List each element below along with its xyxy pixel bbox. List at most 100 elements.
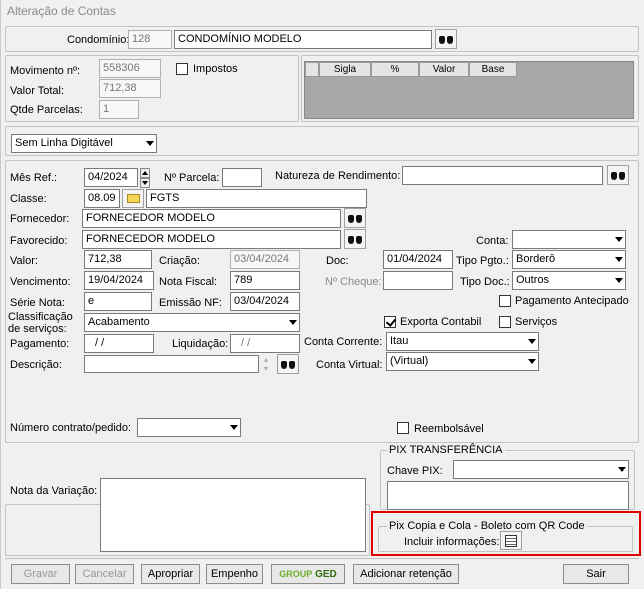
gravar-button[interactable]: Gravar [11,564,70,584]
ged-label: GED [315,569,337,580]
apropriar-button[interactable]: Apropriar [141,564,200,584]
n-parcela-field[interactable] [222,168,262,187]
natureza-label: Natureza de Rendimento: [275,170,401,182]
qtde-parcelas-field[interactable]: 1 [99,100,139,119]
cancelar-button[interactable]: Cancelar [75,564,134,584]
chevron-down-icon [615,257,623,262]
tipo-pgto-select[interactable]: Borderô [512,250,626,269]
nota-variacao-label: Nota da Variação: [10,485,98,497]
binoculars-icon [347,234,363,245]
condominio-search-button[interactable] [435,29,457,49]
fornecedor-field[interactable]: FORNECEDOR MODELO [82,209,341,228]
movimento-field: 558306 [99,59,161,78]
conta-corrente-select[interactable]: Itau [386,332,539,351]
criacao-field: 03/04/2024 [230,250,300,269]
ged-group-label: GROUP [279,569,313,579]
grid-header-sigla[interactable]: Sigla [319,62,371,77]
alteracao-contas-window: Alteração de Contas Condomínio: 128 COND… [0,0,644,589]
binoculars-icon [610,170,626,181]
valor-total-field: 712,38 [99,79,161,98]
emissao-label: Emissão NF: [159,297,222,309]
spin-up-icon[interactable] [140,168,150,178]
chave-pix-select[interactable] [453,460,629,479]
reembolsavel-checkbox[interactable] [397,422,409,434]
conta-corrente-label: Conta Corrente: [304,336,383,348]
condominio-name-field[interactable]: CONDOMÍNIO MODELO [174,30,432,49]
grid-header-percent[interactable]: % [371,62,419,77]
empenho-button[interactable]: Empenho [206,564,263,584]
conta-virtual-label: Conta Virtual: [316,359,383,371]
binoculars-icon [438,34,454,45]
servicos-label: Serviços [515,316,558,328]
impostos-label: Impostos [193,63,238,75]
chevron-down-icon [615,237,623,242]
favorecido-field[interactable]: FORNECEDOR MODELO [82,230,341,249]
ged-button[interactable]: GROUP GED [271,564,345,584]
numero-contrato-label: Número contrato/pedido: [10,422,132,434]
nota-variacao-field[interactable] [100,478,366,552]
classe-folder-button[interactable] [122,189,144,208]
exporta-contabil-checkbox[interactable] [384,316,396,328]
valor-total-label: Valor Total: [10,85,65,97]
serie-field[interactable]: e [84,292,152,311]
nota-fiscal-field[interactable]: 789 [230,271,300,290]
movimento-label: Movimento nº: [10,65,81,77]
classificacao-select[interactable]: Acabamento [84,313,300,332]
nota-fiscal-label: Nota Fiscal: [159,276,218,288]
n-cheque-field[interactable] [383,271,453,290]
classificacao-label-2: de serviços: [8,323,67,335]
pagamento-field[interactable]: / / [84,334,154,353]
button-bar-divider [5,558,639,559]
spin-down-icon[interactable] [140,178,150,188]
exporta-contabil-label: Exporta Contabil [400,316,482,328]
serie-label: Série Nota: [10,297,66,309]
chevron-down-icon [146,141,154,146]
mes-ref-field[interactable]: 04/2024 [84,168,138,187]
descricao-scroll-icon[interactable]: ▴ ▾ [261,355,271,374]
liquidacao-field[interactable]: / / [230,334,300,353]
servicos-checkbox[interactable] [499,316,511,328]
pagamento-antecipado-checkbox[interactable] [499,295,511,307]
chave-pix-label: Chave PIX: [387,465,443,477]
criacao-label: Criação: [159,255,200,267]
condominio-code-field[interactable]: 128 [128,30,172,49]
chevron-down-icon [528,359,536,364]
favorecido-search-button[interactable] [344,229,366,249]
vencimento-label: Vencimento: [10,276,71,288]
conta-virtual-select[interactable]: (Virtual) [386,352,539,371]
grid-header-valor[interactable]: Valor [419,62,469,77]
mes-ref-spinner[interactable] [140,168,150,188]
fornecedor-search-button[interactable] [344,208,366,228]
descricao-label: Descrição: [10,359,62,371]
conta-select[interactable] [512,230,626,249]
chevron-down-icon [230,425,238,430]
chave-pix-text-area[interactable] [387,481,629,510]
descricao-field[interactable] [84,355,259,373]
natureza-field[interactable] [402,166,603,185]
fornecedor-label: Fornecedor: [10,213,70,225]
numero-contrato-select[interactable] [137,418,241,437]
natureza-search-button[interactable] [607,165,629,185]
classe-label: Classe: [10,193,47,205]
pix-transferencia-title: PIX TRANSFERÊNCIA [387,444,505,457]
emissao-field[interactable]: 03/04/2024 [230,292,300,311]
tipo-doc-select[interactable]: Outros [512,271,626,290]
sair-button[interactable]: Sair [563,564,629,584]
grid-corner [305,62,319,77]
classe-name-field[interactable]: FGTS [146,189,367,208]
adicionar-retencao-button[interactable]: Adicionar retenção [353,564,459,584]
doc-field[interactable]: 01/04/2024 [383,250,453,269]
window-title: Alteração de Contas [7,4,116,18]
vencimento-field[interactable]: 19/04/2024 [84,271,154,290]
tipo-doc-label: Tipo Doc.: [460,276,510,288]
binoculars-icon [347,213,363,224]
chevron-down-icon [289,320,297,325]
linha-digitavel-select[interactable]: Sem Linha Digitável [11,134,157,153]
impostos-checkbox[interactable] [176,63,188,75]
valor-field[interactable]: 712,38 [84,250,152,269]
classe-code-field[interactable]: 08.09 [84,189,120,208]
descricao-search-button[interactable] [277,354,299,374]
grid-header-base[interactable]: Base [469,62,517,77]
n-cheque-label: Nº Cheque: [325,276,382,288]
pagamento-antecipado-label: Pagamento Antecipado [515,295,629,307]
